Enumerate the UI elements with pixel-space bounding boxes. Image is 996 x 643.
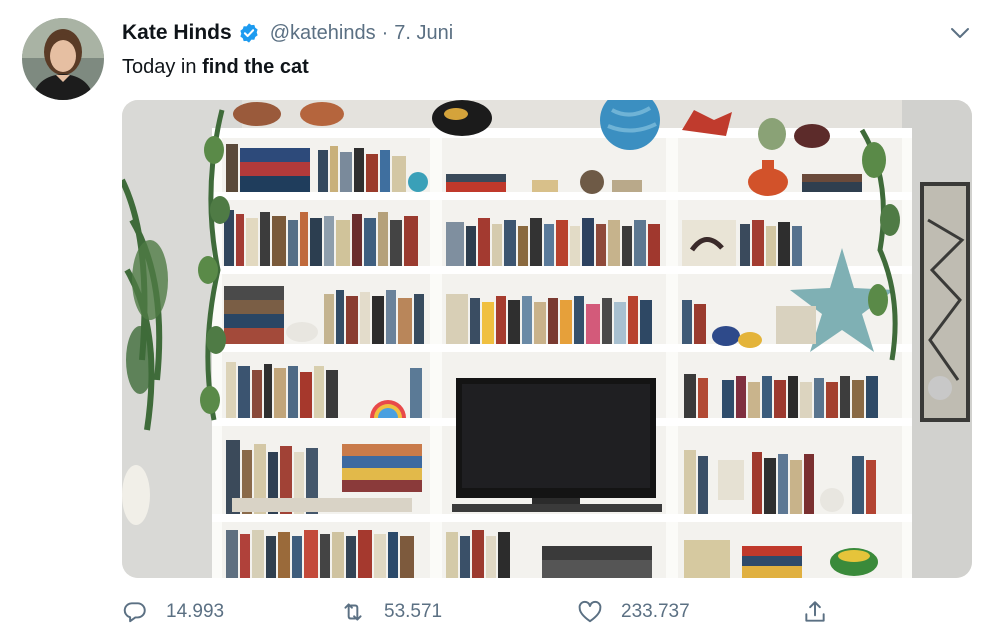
tweet-text-emphasis: find the cat [202,56,309,78]
tweet-text: Today in find the cat [122,56,309,79]
like-button[interactable]: 233.737 [577,594,690,630]
profile-photo [22,18,104,100]
verified-badge-icon [238,22,260,44]
reply-count: 14.993 [166,601,225,622]
avatar[interactable] [22,18,104,100]
reply-button[interactable]: 14.993 [122,594,224,630]
tweet-header: Kate Hinds @katehinds · 7. Juni [122,20,453,46]
retweet-count: 53.571 [384,601,443,622]
user-handle[interactable]: @katehinds [270,22,376,45]
share-icon [805,601,825,622]
bookshelf-photo [122,100,972,578]
retweet-button[interactable]: 53.571 [340,594,442,630]
display-name[interactable]: Kate Hinds [122,21,232,45]
tweet-date[interactable]: 7. Juni [394,22,453,45]
share-button[interactable] [802,594,828,630]
tweet-actions: 14.993 53.571 233.737 [122,594,842,630]
chevron-down-icon [951,28,969,38]
tweet-photo[interactable] [122,100,972,578]
separator-dot: · [381,21,389,44]
like-count: 233.737 [621,601,690,622]
reply-icon [123,602,146,623]
heart-icon [578,600,602,623]
more-menu-button[interactable] [947,22,973,44]
tweet-text-prefix: Today in [122,56,203,78]
retweet-icon [344,603,362,621]
